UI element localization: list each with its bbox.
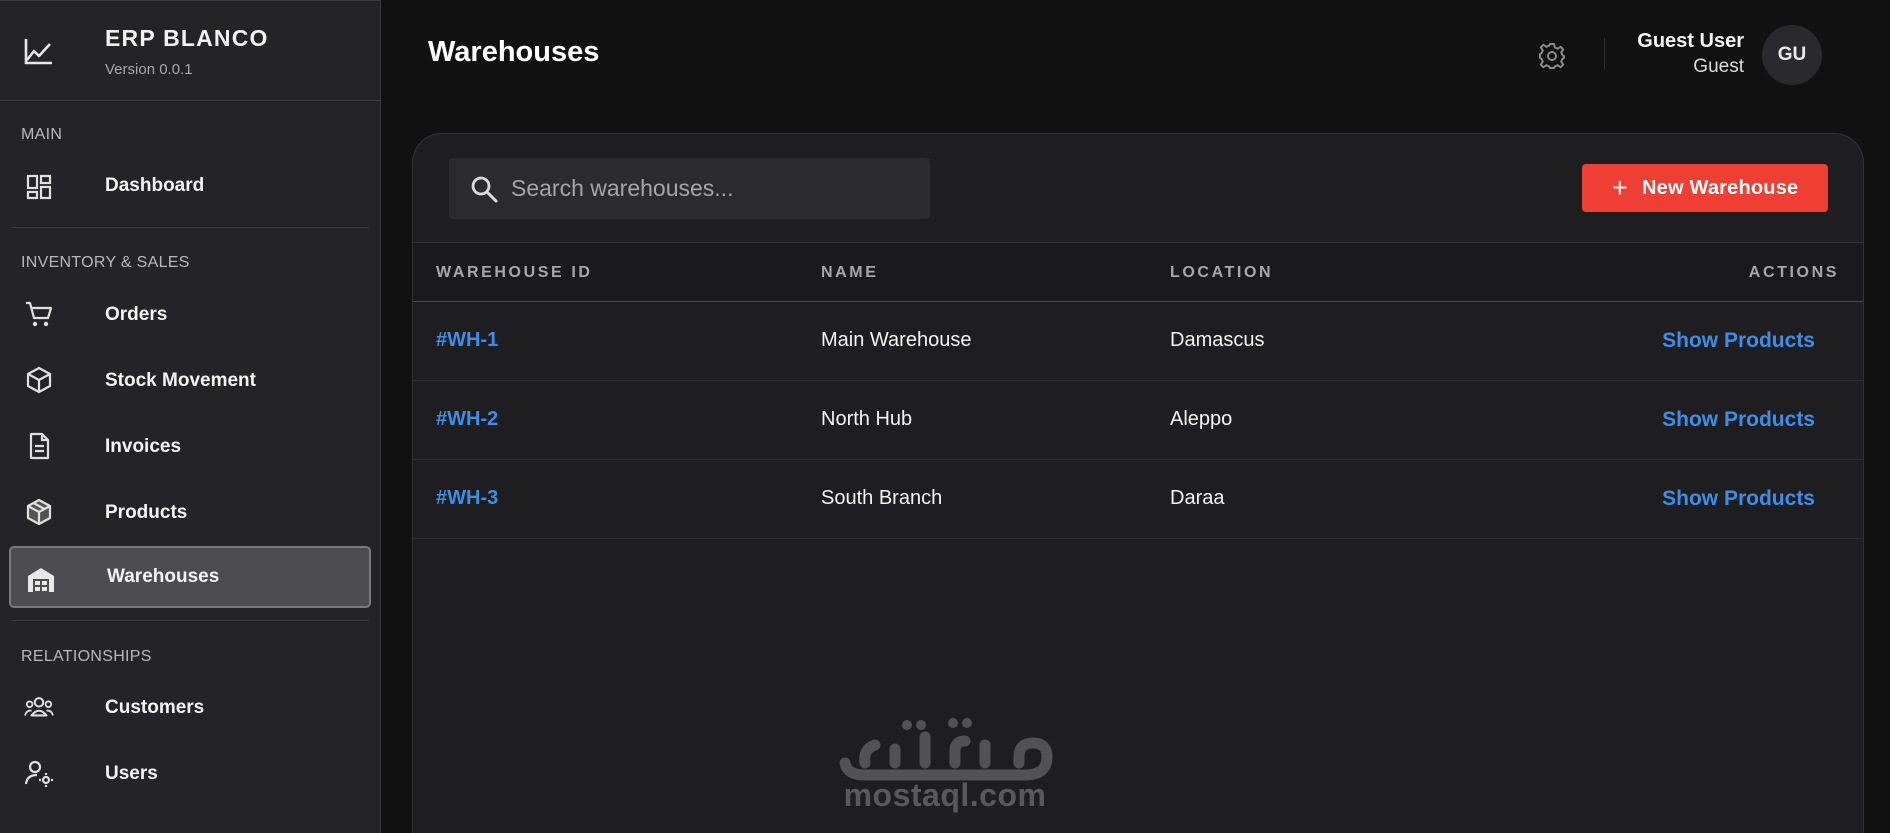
plus-icon: + bbox=[1611, 172, 1628, 203]
watermark-logo bbox=[839, 718, 1053, 781]
new-warehouse-button[interactable]: + New Warehouse bbox=[1582, 164, 1828, 212]
show-products-link[interactable]: Show Products bbox=[1662, 487, 1815, 511]
brand-header: ERP BLANCO Version 0.0.1 bbox=[0, 1, 380, 101]
warehouse-name: South Branch bbox=[821, 487, 943, 509]
show-products-link[interactable]: Show Products bbox=[1662, 329, 1815, 353]
header-separator bbox=[1604, 38, 1605, 70]
sidebar-item-stock-movement[interactable]: Stock Movement bbox=[9, 348, 371, 414]
sidebar-item-label: Dashboard bbox=[105, 175, 205, 196]
warehouse-location: Damascus bbox=[1170, 329, 1265, 351]
brand-name: ERP BLANCO bbox=[105, 25, 269, 51]
sidebar-item-customers[interactable]: Customers bbox=[9, 675, 371, 741]
dashboard-icon bbox=[24, 172, 54, 202]
warehouse-location: Aleppo bbox=[1170, 408, 1233, 430]
warehouse-location: Daraa bbox=[1170, 487, 1225, 509]
user-settings-icon bbox=[24, 758, 54, 788]
table-header: WAREHOUSE ID NAME LOCATION ACTIONS bbox=[413, 242, 1863, 302]
watermark-text: mostaql.com bbox=[843, 777, 1047, 813]
sidebar-item-label: Customers bbox=[105, 697, 205, 718]
brand-version: Version 0.0.1 bbox=[105, 61, 193, 78]
sidebar-item-label: Invoices bbox=[105, 436, 182, 457]
new-warehouse-label: New Warehouse bbox=[1642, 176, 1799, 199]
table-row: #WH-1 Main Warehouse Damascus Show Produ… bbox=[413, 302, 1863, 381]
user-name: Guest User bbox=[1637, 30, 1744, 52]
sidebar-item-label: Warehouses bbox=[107, 566, 220, 587]
sidebar-item-dashboard[interactable]: Dashboard bbox=[9, 155, 371, 217]
sidebar-item-label: Users bbox=[105, 763, 158, 784]
customers-icon bbox=[24, 692, 54, 722]
warehouse-id-link[interactable]: #WH-3 bbox=[436, 487, 498, 510]
user-role: Guest bbox=[1693, 56, 1744, 77]
sidebar-item-orders[interactable]: Orders bbox=[9, 282, 371, 348]
page-title: Warehouses bbox=[428, 36, 600, 68]
cart-icon bbox=[24, 299, 54, 329]
section-label-main: MAIN bbox=[21, 126, 63, 143]
table-row: #WH-2 North Hub Aleppo Show Products bbox=[413, 381, 1863, 460]
sidebar: ERP BLANCO Version 0.0.1 MAIN Dashboard … bbox=[0, 0, 381, 833]
warehouse-id-link[interactable]: #WH-1 bbox=[436, 329, 498, 352]
column-header-name: NAME bbox=[821, 264, 879, 281]
sidebar-item-users[interactable]: Users bbox=[9, 741, 371, 807]
gear-icon[interactable] bbox=[1537, 41, 1567, 71]
section-label-relationships: RELATIONSHIPS bbox=[21, 648, 152, 665]
sidebar-item-label: Products bbox=[105, 502, 188, 523]
boxes-icon bbox=[24, 497, 54, 527]
section-label-inventory: INVENTORY & SALES bbox=[21, 254, 190, 271]
search-icon bbox=[471, 176, 498, 203]
warehouse-icon bbox=[26, 565, 56, 595]
package-icon bbox=[24, 365, 54, 395]
sidebar-item-products[interactable]: Products bbox=[9, 480, 371, 546]
line-chart-icon bbox=[24, 39, 52, 65]
sidebar-item-invoices[interactable]: Invoices bbox=[9, 414, 371, 480]
column-header-location: LOCATION bbox=[1170, 264, 1274, 281]
document-icon bbox=[24, 431, 54, 461]
sidebar-item-label: Stock Movement bbox=[105, 370, 256, 391]
warehouse-id-link[interactable]: #WH-2 bbox=[436, 408, 498, 431]
table-row: #WH-3 South Branch Daraa Show Products bbox=[413, 460, 1863, 539]
search-input[interactable] bbox=[511, 158, 911, 219]
column-header-warehouse-id: WAREHOUSE ID bbox=[436, 264, 593, 281]
watermark: mostaql.com bbox=[835, 705, 1055, 820]
warehouses-card: + New Warehouse WAREHOUSE ID NAME LOCATI… bbox=[412, 133, 1864, 833]
column-header-actions: ACTIONS bbox=[1748, 264, 1839, 281]
sidebar-item-label: Orders bbox=[105, 304, 168, 325]
warehouse-name: Main Warehouse bbox=[821, 329, 972, 351]
search-box[interactable] bbox=[449, 158, 930, 219]
avatar[interactable]: GU bbox=[1762, 25, 1822, 85]
show-products-link[interactable]: Show Products bbox=[1662, 408, 1815, 432]
sidebar-item-warehouses[interactable]: Warehouses bbox=[9, 546, 371, 608]
warehouse-name: North Hub bbox=[821, 408, 913, 430]
